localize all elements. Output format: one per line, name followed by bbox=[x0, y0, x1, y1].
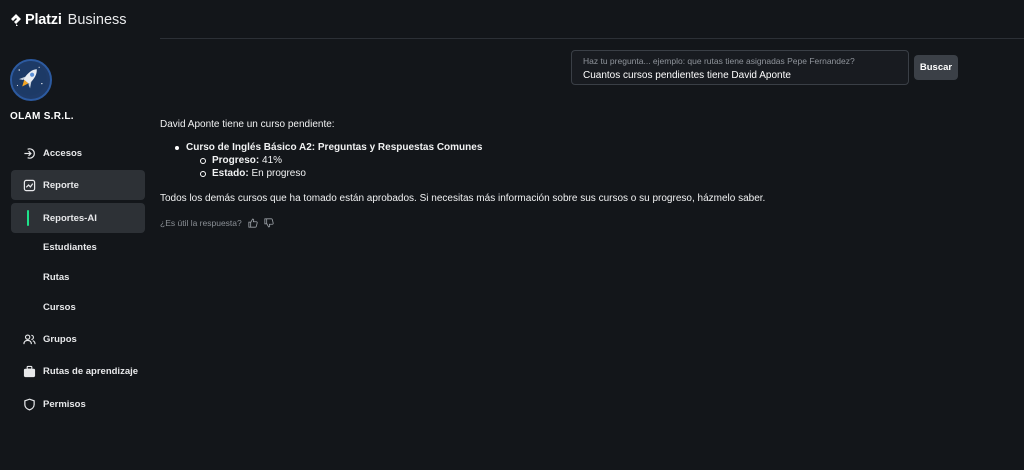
header-divider bbox=[160, 38, 1024, 39]
course-details: Progreso: 41% Estado: En progreso bbox=[200, 154, 1000, 180]
answer-intro: David Aponte tiene un curso pendiente: bbox=[160, 119, 335, 130]
sidebar-item-label: Estudiantes bbox=[43, 241, 97, 253]
progress-label: Progreso: bbox=[212, 155, 260, 166]
sidebar-item-reportes-ai[interactable]: Reportes-AI bbox=[11, 203, 145, 233]
thumbs-up-icon[interactable] bbox=[248, 218, 258, 228]
search-value: Cuantos cursos pendientes tiene David Ap… bbox=[583, 70, 791, 81]
sidebar-item-label: Accesos bbox=[43, 147, 83, 159]
shield-icon bbox=[22, 397, 36, 411]
ai-answer: David Aponte tiene un curso pendiente: C… bbox=[160, 118, 1000, 205]
sidebar-item-label: Rutas bbox=[43, 271, 70, 283]
sidebar: OLAM S.R.L. Accesos Reporte Reportes-AI … bbox=[0, 0, 160, 470]
course-progress: Progreso: 41% bbox=[200, 154, 1000, 167]
list-item: Curso de Inglés Básico A2: Preguntas y R… bbox=[174, 141, 1000, 180]
pending-course-list: Curso de Inglés Básico A2: Preguntas y R… bbox=[174, 141, 1000, 180]
rocket-icon bbox=[12, 61, 47, 96]
sidebar-item-label: Permisos bbox=[43, 398, 86, 410]
sidebar-item-label: Reportes-AI bbox=[43, 212, 97, 224]
sidebar-item-reporte[interactable]: Reporte bbox=[11, 170, 145, 200]
course-status: Estado: En progreso bbox=[200, 167, 1000, 180]
progress-value: 41% bbox=[262, 155, 283, 166]
search-button[interactable]: Buscar bbox=[914, 55, 958, 80]
sidebar-item-label: Grupos bbox=[43, 333, 77, 345]
sidebar-item-rutas[interactable]: Rutas bbox=[11, 262, 145, 292]
feedback-question: ¿Es útil la respuesta? bbox=[160, 218, 242, 228]
sidebar-item-permisos[interactable]: Permisos bbox=[11, 389, 145, 419]
thumbs-down-icon[interactable] bbox=[264, 218, 274, 228]
company-avatar[interactable] bbox=[10, 59, 52, 101]
briefcase-icon bbox=[22, 364, 36, 378]
sidebar-item-cursos[interactable]: Cursos bbox=[11, 292, 145, 322]
sidebar-item-rutas-de-aprendizaje[interactable]: Rutas de aprendizaje bbox=[11, 356, 145, 386]
active-indicator bbox=[27, 210, 29, 226]
sidebar-item-label: Cursos bbox=[43, 301, 76, 313]
sidebar-item-estudiantes[interactable]: Estudiantes bbox=[11, 232, 145, 262]
sidebar-item-label: Rutas de aprendizaje bbox=[43, 365, 139, 377]
sidebar-item-grupos[interactable]: Grupos bbox=[11, 324, 145, 354]
sidebar-item-label: Reporte bbox=[43, 179, 79, 191]
chart-icon bbox=[22, 178, 36, 192]
answer-closing: Todos los demás cursos que ha tomado est… bbox=[160, 193, 766, 204]
company-name: OLAM S.R.L. bbox=[10, 111, 74, 122]
users-icon bbox=[22, 332, 36, 346]
sidebar-item-accesos[interactable]: Accesos bbox=[11, 138, 145, 168]
status-value: En progreso bbox=[251, 168, 306, 179]
course-name: Curso de Inglés Básico A2: Preguntas y R… bbox=[186, 142, 483, 153]
search-input[interactable]: Haz tu pregunta... ejemplo: que rutas ti… bbox=[571, 50, 909, 85]
status-label: Estado: bbox=[212, 168, 249, 179]
login-icon bbox=[22, 146, 36, 160]
feedback-bar: ¿Es útil la respuesta? bbox=[160, 218, 274, 228]
search-placeholder: Haz tu pregunta... ejemplo: que rutas ti… bbox=[583, 56, 855, 66]
